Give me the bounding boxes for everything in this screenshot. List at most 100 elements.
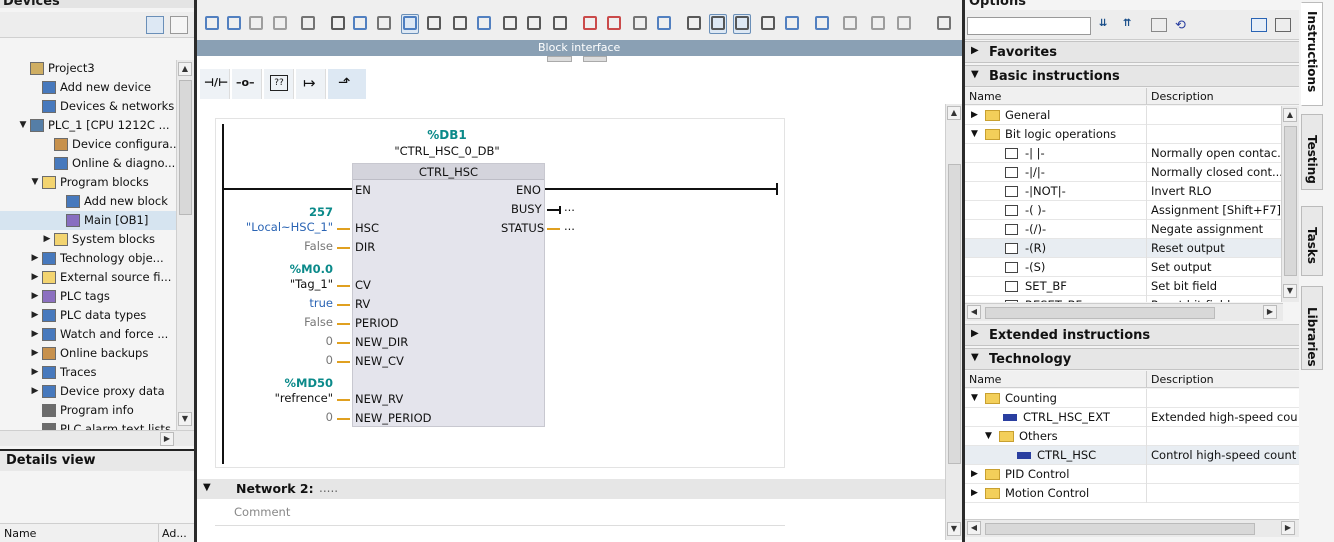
tree-item[interactable]: Main [OB1] bbox=[0, 211, 176, 230]
scroll-left-icon[interactable]: ◀ bbox=[967, 521, 981, 535]
view-mode-2-icon[interactable] bbox=[1275, 18, 1291, 32]
pin-new_rv-value[interactable]: "refrence" bbox=[275, 391, 333, 405]
tree-item[interactable]: Devices & networks bbox=[0, 97, 176, 116]
pin-new_rv[interactable]: NEW_RV bbox=[355, 392, 403, 406]
instruction-row[interactable]: CTRL_HSC Control high-speed count... bbox=[965, 446, 1299, 465]
pin-new_rv-value[interactable]: %MD50 bbox=[284, 376, 333, 390]
collapse-network-icon[interactable]: ▼ bbox=[203, 482, 211, 493]
instruction-row[interactable]: -|/|- Normally closed cont... bbox=[965, 163, 1283, 182]
tree-item[interactable]: ▶ PLC tags bbox=[0, 287, 176, 306]
pin-new_dir[interactable]: NEW_DIR bbox=[355, 335, 408, 349]
tab-libraries[interactable]: Libraries bbox=[1301, 286, 1323, 370]
scroll-right-icon[interactable]: ▶ bbox=[1263, 305, 1277, 319]
instruction-search-input[interactable] bbox=[967, 17, 1091, 35]
scroll-right-icon[interactable]: ▶ bbox=[1281, 521, 1295, 535]
close-branch-button[interactable]: ⬏ bbox=[328, 69, 366, 99]
tree-item[interactable]: ▼ PLC_1 [CPU 1212C ... bbox=[0, 116, 176, 135]
pin-eno[interactable]: ENO bbox=[516, 183, 541, 197]
pin-hsc-value[interactable]: "Local~HSC_1" bbox=[246, 220, 333, 234]
tree-item[interactable]: Program info bbox=[0, 401, 176, 420]
instruction-row[interactable]: -(R) Reset output bbox=[965, 239, 1283, 258]
tree-item[interactable]: ▼ Program blocks bbox=[0, 173, 176, 192]
expand-icon[interactable]: ▶ bbox=[30, 363, 40, 382]
pin-dir-value[interactable]: False bbox=[304, 239, 333, 253]
tree-vscrollbar[interactable]: ▲ ▼ bbox=[176, 60, 194, 430]
pin-new_dir-value[interactable]: 0 bbox=[326, 334, 333, 348]
pin-status-value[interactable]: ... bbox=[564, 219, 575, 233]
expand-icon[interactable]: ▶ bbox=[971, 465, 978, 484]
pin-new_cv-value[interactable]: 0 bbox=[326, 353, 333, 367]
scroll-thumb[interactable] bbox=[985, 307, 1215, 319]
instruction-row[interactable]: ▶ Motion Control bbox=[965, 484, 1299, 503]
scroll-up-icon[interactable]: ▲ bbox=[947, 106, 961, 120]
scroll-thumb[interactable] bbox=[985, 523, 1255, 535]
pin-busy-value[interactable]: ... bbox=[564, 200, 575, 214]
instruction-row[interactable]: -( )- Assignment [Shift+F7] bbox=[965, 201, 1283, 220]
basic-vscrollbar[interactable]: ▲ ▼ bbox=[1281, 106, 1299, 302]
tree-overview-button[interactable] bbox=[170, 16, 188, 34]
scroll-thumb[interactable] bbox=[1284, 126, 1297, 276]
scroll-thumb[interactable] bbox=[948, 164, 961, 464]
tree-item[interactable]: Project3 bbox=[0, 59, 176, 78]
details-view-header[interactable]: Details view bbox=[0, 451, 194, 471]
collapse-icon[interactable]: ▼ bbox=[30, 173, 40, 192]
scroll-right-icon[interactable]: ▶ bbox=[160, 432, 174, 446]
favorites-section[interactable]: ▶ Favorites bbox=[965, 41, 1299, 63]
search-up-icon[interactable]: ⇈ bbox=[1123, 18, 1131, 29]
pin-period-value[interactable]: False bbox=[304, 315, 333, 329]
collapse-icon[interactable]: ▼ bbox=[971, 389, 978, 408]
pin-period[interactable]: PERIOD bbox=[355, 316, 399, 330]
empty-box-button[interactable]: ?? bbox=[264, 69, 294, 99]
instruction-row[interactable]: ▶ PID Control bbox=[965, 465, 1299, 484]
open-branch-button[interactable]: ↦ bbox=[296, 69, 326, 99]
pin-cv[interactable]: CV bbox=[355, 278, 371, 292]
instruction-row[interactable]: ▼ Bit logic operations bbox=[965, 125, 1283, 144]
collapse-icon[interactable]: ▼ bbox=[985, 427, 992, 446]
tree-item[interactable]: ▶ Traces bbox=[0, 363, 176, 382]
pin-rv[interactable]: RV bbox=[355, 297, 370, 311]
instruction-row[interactable]: SET_BF Set bit field bbox=[965, 277, 1283, 296]
tree-item[interactable]: ▶ System blocks bbox=[0, 230, 176, 249]
pin-cv-value[interactable]: %M0.0 bbox=[290, 262, 333, 276]
collapse-icon[interactable]: ▼ bbox=[18, 116, 28, 135]
tree-item[interactable]: Add new block bbox=[0, 192, 176, 211]
options-icon[interactable] bbox=[1151, 18, 1167, 32]
pin-new_cv[interactable]: NEW_CV bbox=[355, 354, 404, 368]
pin-hsc[interactable]: HSC bbox=[355, 221, 379, 235]
instruction-row[interactable]: ▼ Counting bbox=[965, 389, 1299, 408]
expand-icon[interactable]: ▶ bbox=[42, 230, 52, 249]
scroll-up-icon[interactable]: ▲ bbox=[1283, 108, 1297, 122]
tree-item[interactable]: ▶ PLC data types bbox=[0, 306, 176, 325]
expand-icon[interactable]: ▶ bbox=[30, 306, 40, 325]
tree-item[interactable]: ▶ External source fi... bbox=[0, 268, 176, 287]
pin-new_period-value[interactable]: 0 bbox=[326, 410, 333, 424]
expand-icon[interactable]: ▶ bbox=[30, 249, 40, 268]
scroll-down-icon[interactable]: ▼ bbox=[178, 412, 192, 426]
expand-icon[interactable]: ▶ bbox=[30, 325, 40, 344]
pin-new_period[interactable]: NEW_PERIOD bbox=[355, 411, 431, 425]
expand-icon[interactable]: ▶ bbox=[30, 287, 40, 306]
scroll-down-icon[interactable]: ▼ bbox=[947, 522, 961, 536]
scroll-up-icon[interactable]: ▲ bbox=[178, 62, 192, 76]
tab-tasks[interactable]: Tasks bbox=[1301, 206, 1323, 276]
network-2-header[interactable]: ▼ Network 2: ..... bbox=[197, 479, 945, 499]
search-down-icon[interactable]: ⇊ bbox=[1099, 18, 1107, 29]
expand-icon[interactable]: ▶ bbox=[971, 106, 978, 125]
tab-testing[interactable]: Testing bbox=[1301, 114, 1323, 190]
expand-icon[interactable]: ▶ bbox=[971, 484, 978, 503]
tree-item[interactable]: ▶ Watch and force ... bbox=[0, 325, 176, 344]
instance-db-address[interactable]: %DB1 bbox=[397, 128, 497, 142]
editor-vscrollbar[interactable]: ▲ ▼ bbox=[945, 104, 962, 540]
tree-hscrollbar[interactable]: ▶ bbox=[0, 430, 194, 446]
instruction-row[interactable]: ▼ Others bbox=[965, 427, 1299, 446]
technology-hscrollbar[interactable]: ◀ ▶ bbox=[965, 519, 1299, 537]
tree-item[interactable]: Device configura... bbox=[0, 135, 180, 154]
pin-rv-value[interactable]: true bbox=[309, 296, 333, 310]
pin-hsc-value[interactable]: 257 bbox=[309, 205, 333, 219]
splitter-handle[interactable] bbox=[547, 56, 572, 62]
expand-icon[interactable]: ▶ bbox=[30, 268, 40, 287]
instance-db-name[interactable]: "CTRL_HSC_0_DB" bbox=[387, 144, 507, 158]
instruction-row[interactable]: -(/)- Negate assignment bbox=[965, 220, 1283, 239]
tab-instructions[interactable]: Instructions bbox=[1301, 2, 1323, 106]
pin-dir[interactable]: DIR bbox=[355, 240, 375, 254]
